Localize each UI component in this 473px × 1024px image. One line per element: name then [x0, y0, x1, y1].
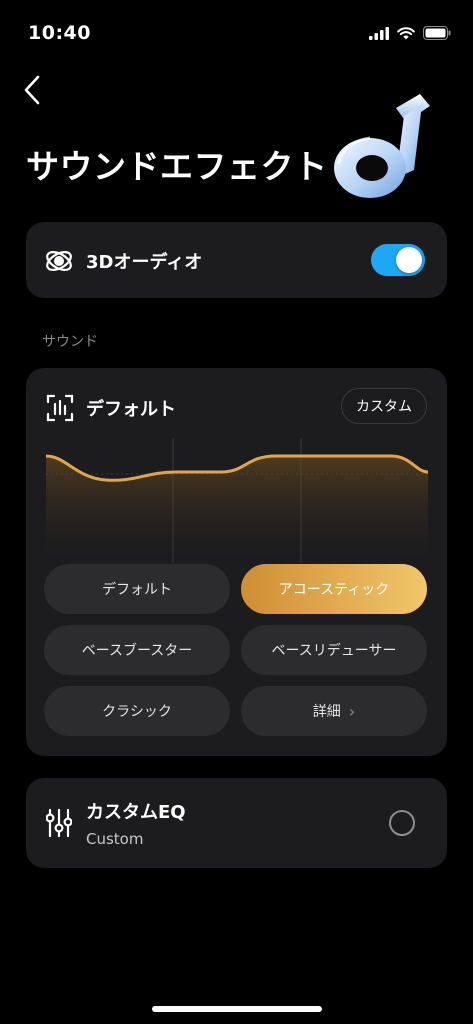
back-button[interactable]: [14, 72, 50, 108]
preset-button-default[interactable]: デフォルト: [44, 564, 230, 614]
preset-button-more[interactable]: 詳細 ›: [241, 686, 427, 736]
preset-button-bass-booster[interactable]: ベースブースター: [44, 625, 230, 675]
sound-preset-card: デフォルト カスタム デフォルト アコースティック ベースブースター ベースリデ…: [26, 368, 447, 756]
preset-button-acoustic[interactable]: アコースティック: [241, 564, 427, 614]
signal-icon: [369, 26, 389, 40]
more-label: 詳細: [312, 704, 341, 720]
orbit-icon: [46, 251, 72, 271]
preset-button-classic[interactable]: クラシック: [44, 686, 230, 736]
custom-eq-title: カスタムEQ: [86, 802, 186, 823]
page-title: サウンドエフェクト: [26, 147, 328, 186]
music-note-art-icon: [334, 94, 430, 198]
custom-button[interactable]: カスタム: [341, 388, 427, 424]
current-preset-title: デフォルト: [86, 399, 176, 420]
section-label-sound: サウンド: [42, 334, 98, 350]
custom-eq-card[interactable]: カスタムEQ Custom: [26, 778, 447, 868]
audio3d-label: 3Dオーディオ: [86, 252, 203, 273]
eq-curve-graph: [46, 438, 428, 568]
sliders-icon: [46, 808, 72, 838]
eq-curve-fill: [46, 456, 428, 568]
toggle-knob: [396, 247, 422, 273]
wifi-icon: [397, 26, 415, 39]
equalizer-icon: [46, 394, 74, 422]
preset-button-bass-reducer[interactable]: ベースリデューサー: [241, 625, 427, 675]
chevron-right-icon: ›: [348, 701, 356, 721]
home-indicator[interactable]: [152, 1006, 322, 1012]
custom-eq-radio[interactable]: [389, 810, 415, 836]
status-icons: [369, 26, 451, 40]
chevron-left-icon: [24, 75, 40, 105]
audio3d-card: 3Dオーディオ: [26, 222, 447, 298]
status-bar: 10:40: [0, 0, 473, 60]
status-time: 10:40: [28, 22, 91, 44]
custom-eq-subtitle: Custom: [86, 830, 144, 848]
audio3d-toggle[interactable]: [371, 244, 425, 276]
battery-icon: [423, 26, 451, 40]
